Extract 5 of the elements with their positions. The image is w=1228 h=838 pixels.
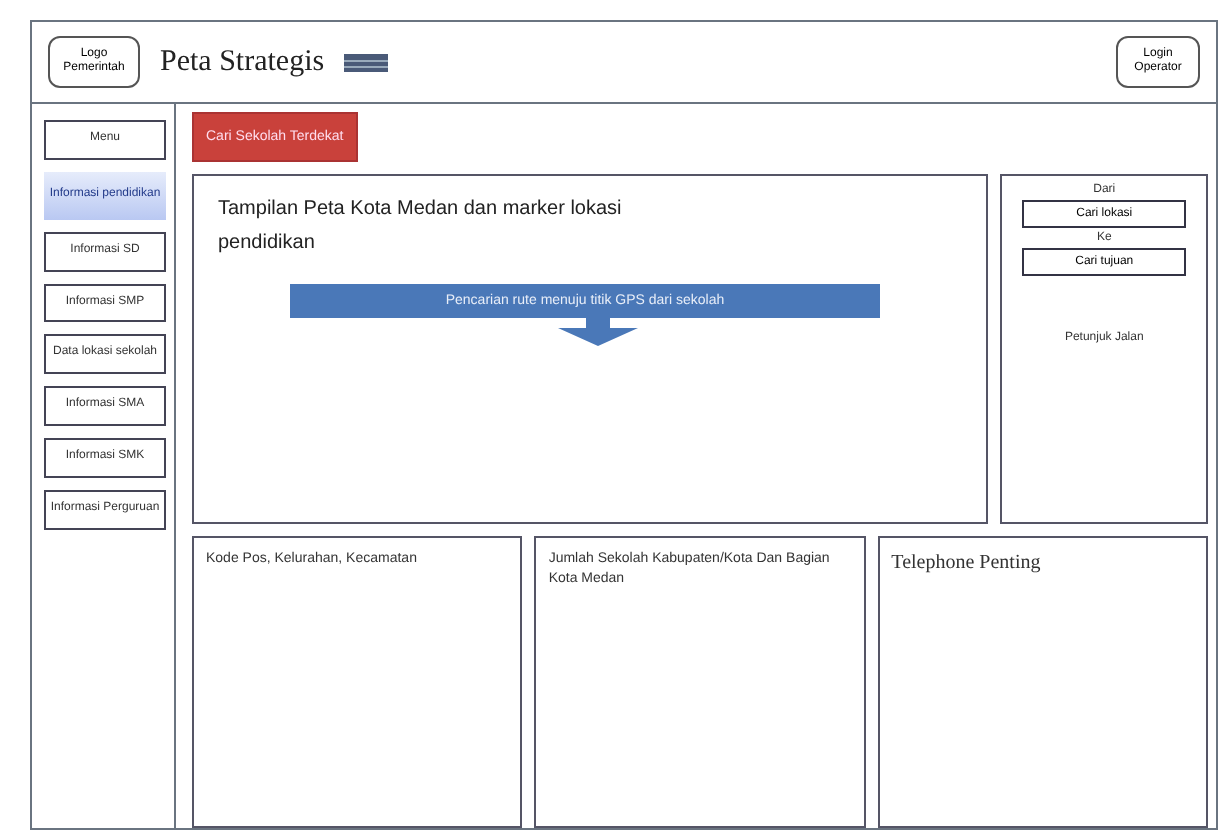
- app-title: Peta Strategis: [160, 45, 325, 79]
- panel-title: Telephone Penting: [891, 550, 1043, 578]
- map-caption: Tampilan Peta Kota Medan dan marker lokasi pendidikan: [218, 196, 624, 258]
- down-arrow-icon: [558, 318, 638, 346]
- menu-icon[interactable]: [344, 53, 389, 71]
